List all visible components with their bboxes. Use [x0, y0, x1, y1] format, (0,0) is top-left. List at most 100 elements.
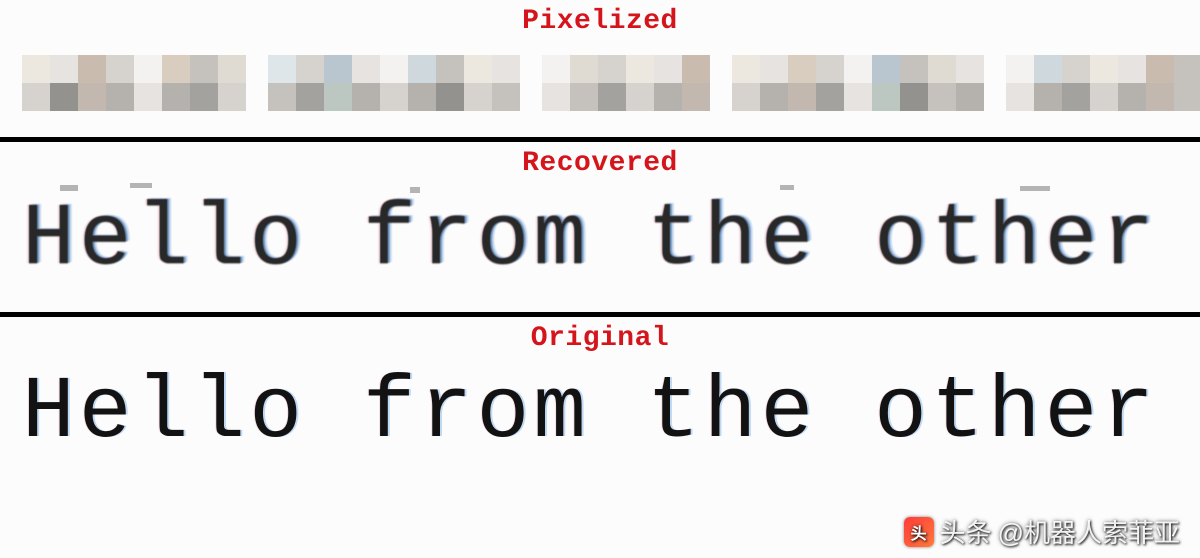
pixel-block — [1062, 83, 1090, 111]
noise-artifact — [130, 183, 152, 188]
pixel-block — [218, 55, 246, 83]
pixel-block — [598, 55, 626, 83]
pixel-block — [732, 83, 760, 111]
pixel-block — [626, 55, 654, 83]
pixelized-content — [0, 41, 1200, 137]
pixel-block — [760, 83, 788, 111]
pixel-block — [106, 83, 134, 111]
pixel-block — [78, 55, 106, 83]
pixel-block — [900, 83, 928, 111]
pixel-block — [1062, 55, 1090, 83]
pixel-block — [1118, 83, 1146, 111]
pixel-block — [380, 55, 408, 83]
pixel-block — [844, 83, 872, 111]
pixel-block — [134, 83, 162, 111]
pixel-block — [1146, 83, 1174, 111]
pixel-block — [570, 55, 598, 83]
pixel-block — [464, 83, 492, 111]
pixel-block — [134, 55, 162, 83]
pixel-block — [1146, 55, 1174, 83]
pixel-block — [408, 83, 436, 111]
pixel-block — [928, 83, 956, 111]
label-pixelized: Pixelized — [0, 0, 1200, 41]
pixel-block — [296, 83, 324, 111]
pixel-block — [324, 83, 352, 111]
section-pixelized: Pixelized — [0, 0, 1200, 137]
pixel-word — [268, 55, 520, 111]
pixel-block — [598, 83, 626, 111]
pixel-block — [956, 55, 984, 83]
recovered-content: Hello from the other side — [0, 183, 1200, 312]
pixel-block — [50, 83, 78, 111]
pixel-block — [788, 83, 816, 111]
pixel-block — [492, 55, 520, 83]
pixel-block — [464, 55, 492, 83]
pixel-block — [352, 55, 380, 83]
pixel-block — [1034, 55, 1062, 83]
pixel-block — [22, 83, 50, 111]
pixel-block — [352, 83, 380, 111]
pixel-block — [324, 55, 352, 83]
original-text: Hello from the other side — [22, 364, 1178, 463]
pixel-block — [816, 55, 844, 83]
recovered-text: Hello from the other side — [22, 191, 1178, 290]
pixel-block — [492, 83, 520, 111]
pixel-block — [162, 83, 190, 111]
pixel-block — [844, 55, 872, 83]
pixel-block — [190, 83, 218, 111]
pixel-block — [296, 55, 324, 83]
pixel-block — [1006, 83, 1034, 111]
pixel-block — [218, 83, 246, 111]
pixel-block — [928, 55, 956, 83]
pixel-block — [542, 83, 570, 111]
pixel-block — [872, 55, 900, 83]
label-recovered: Recovered — [0, 142, 1200, 183]
pixel-block — [760, 55, 788, 83]
pixel-block — [682, 83, 710, 111]
pixel-word — [1006, 55, 1200, 111]
pixel-block — [408, 55, 436, 83]
pixel-block — [1118, 55, 1146, 83]
watermark: 头 头条 @机器人索菲亚 — [904, 513, 1180, 550]
pixel-block — [682, 55, 710, 83]
pixel-word — [732, 55, 984, 111]
pixel-block — [542, 55, 570, 83]
pixel-block — [22, 55, 50, 83]
watermark-handle: @机器人索菲亚 — [998, 513, 1180, 550]
section-original: Original Hello from the other side — [0, 317, 1200, 473]
pixel-block — [190, 55, 218, 83]
pixel-block — [788, 55, 816, 83]
pixel-block — [78, 83, 106, 111]
pixel-block — [732, 55, 760, 83]
pixel-block — [654, 83, 682, 111]
figure-root: Pixelized Recovered Hello from the other… — [0, 0, 1200, 558]
pixel-word — [542, 55, 710, 111]
pixel-block — [1090, 55, 1118, 83]
pixel-block — [1034, 83, 1062, 111]
pixel-block — [570, 83, 598, 111]
section-recovered: Recovered Hello from the other side — [0, 142, 1200, 312]
pixel-block — [436, 83, 464, 111]
pixel-block — [872, 83, 900, 111]
pixel-block — [162, 55, 190, 83]
pixel-block — [436, 55, 464, 83]
pixel-block — [1090, 83, 1118, 111]
pixel-block — [50, 55, 78, 83]
pixel-block — [626, 83, 654, 111]
pixel-block — [956, 83, 984, 111]
label-original: Original — [0, 317, 1200, 358]
pixel-block — [1006, 55, 1034, 83]
pixel-block — [268, 83, 296, 111]
pixel-block — [106, 55, 134, 83]
pixel-block — [268, 55, 296, 83]
pixel-block — [1174, 55, 1200, 83]
pixel-block — [654, 55, 682, 83]
pixel-block — [1174, 83, 1200, 111]
pixel-word — [22, 55, 246, 111]
watermark-logo-icon: 头 — [904, 517, 934, 547]
pixel-block — [900, 55, 928, 83]
watermark-prefix: 头条 — [940, 513, 992, 550]
pixel-block — [380, 83, 408, 111]
pixel-block — [816, 83, 844, 111]
original-content: Hello from the other side — [0, 358, 1200, 473]
